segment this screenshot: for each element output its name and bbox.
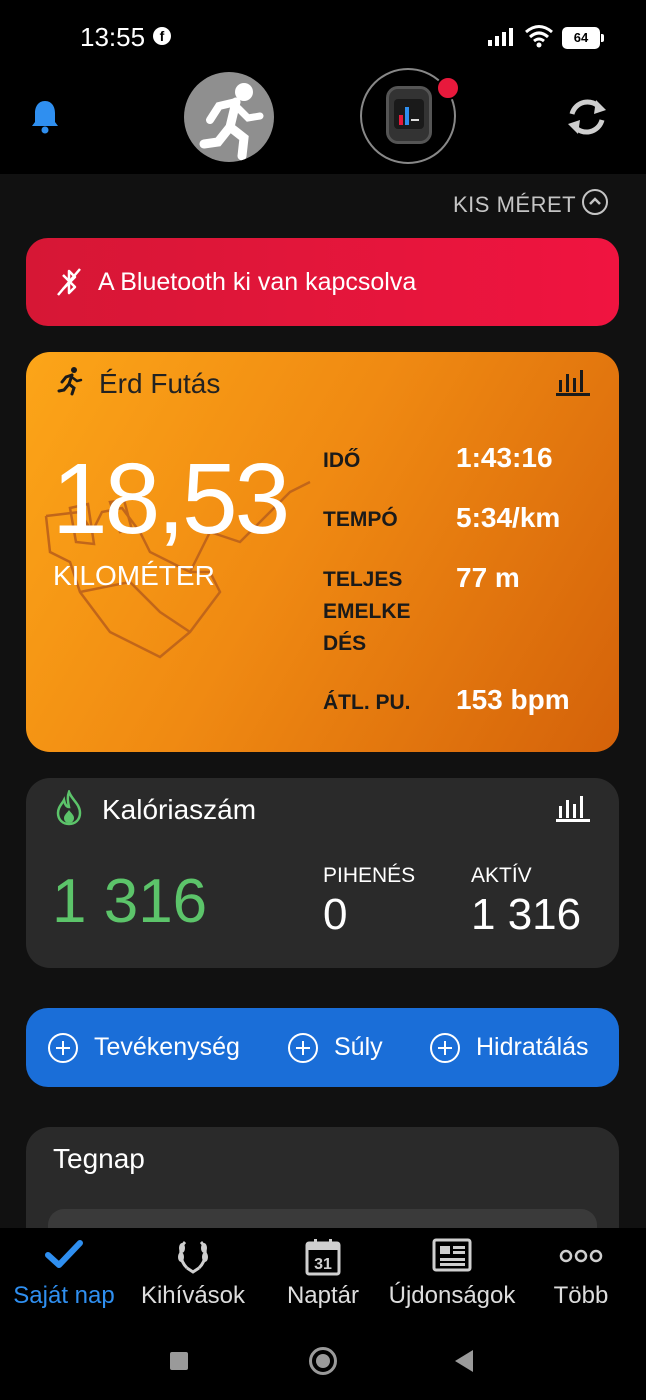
active-value: 1 316 [471,890,582,939]
nav-item-more[interactable]: Több [516,1228,646,1324]
add-weight-button[interactable]: Súly [288,1008,383,1087]
stat-label-time: IDŐ [323,449,361,472]
quick-add-bar: Tevékenység Súly Hidratálás [26,1008,619,1087]
running-icon [57,367,83,396]
back-button[interactable] [455,1350,473,1372]
nav-label: Újdonságok [388,1282,516,1309]
collapse-label: KIS MÉRET [453,192,577,217]
more-icon [559,1249,603,1263]
yesterday-title: Tegnap [53,1143,145,1174]
bottom-navigation: Saját nap Kihívások 31 Naptár Újdonságok… [0,1228,646,1324]
stat-value-time: 1:43:16 [456,442,553,473]
wifi-icon [525,25,553,48]
bar-chart-icon[interactable] [556,368,590,396]
check-icon [45,1240,83,1268]
flame-icon [56,790,82,826]
bar-chart-icon[interactable] [556,794,590,822]
nav-label: Saját nap [13,1282,115,1309]
calories-total: 1 316 [52,867,208,936]
runner-avatar-icon [199,83,264,161]
nav-item-challenges[interactable]: Kihívások [128,1228,258,1324]
home-button[interactable] [309,1347,337,1375]
stat-label-pace: TEMPÓ [323,508,398,531]
stat-value-pace: 5:34/km [456,502,561,533]
collapse-toggle[interactable]: KIS MÉRET [440,187,620,221]
top-app-bar [0,74,646,174]
calendar-icon: 31 [305,1239,341,1276]
distance-unit: KILOMÉTER [53,560,215,591]
nav-label: Több [553,1282,609,1309]
active-label: AKTÍV [471,864,532,887]
bell-icon[interactable] [30,98,60,134]
signal-icon [488,28,513,46]
stat-value-elevation: 77 m [456,562,520,593]
add-hydration-label: Hidratálás [476,1033,589,1061]
calories-title: Kalóriaszám [102,794,257,825]
nav-item-news[interactable]: Újdonságok [388,1228,516,1324]
plus-circle-icon [288,1032,318,1063]
nav-item-calendar[interactable]: 31 Naptár [258,1228,388,1324]
bluetooth-off-banner[interactable]: A Bluetooth ki van kapcsolva [26,238,619,326]
sync-icon[interactable] [564,96,610,138]
stat-value-heart-rate: 153 bpm [456,684,570,715]
calendar-day-number: 31 [314,1256,332,1273]
activity-card[interactable]: Érd Futás 18,53 KILOMÉTER IDŐ 1:43:16 TE… [26,352,619,752]
bluetooth-banner-text: A Bluetooth ki van kapcsolva [98,268,417,296]
status-time: 13:55 [80,22,146,52]
recent-apps-button[interactable] [170,1352,188,1370]
add-activity-button[interactable]: Tevékenység [48,1008,240,1087]
watch-icon [386,86,432,144]
chevron-up-icon [582,189,608,215]
nav-label: Kihívások [140,1282,246,1309]
add-weight-label: Súly [334,1033,383,1061]
laurel-icon [178,1240,208,1274]
facebook-notification-icon: f [153,27,171,45]
device-alert-dot [436,76,460,100]
resting-value: 0 [323,890,348,939]
add-activity-label: Tevékenység [94,1033,240,1061]
nav-item-my-day[interactable]: Saját nap [0,1228,128,1324]
profile-avatar[interactable] [184,72,274,162]
calories-card[interactable]: Kalóriaszám 1 316 PIHENÉS 0 AKTÍV 1 316 [26,778,619,968]
news-icon [432,1238,472,1272]
resting-label: PIHENÉS [323,864,416,887]
stat-label-elevation: TELJES EMELKE DÉS [323,568,411,655]
battery-indicator: 64 [562,27,604,49]
bluetooth-off-icon [57,268,81,296]
nav-label: Naptár [286,1282,360,1309]
plus-circle-icon [430,1032,460,1063]
distance-value: 18,53 [52,443,290,555]
activity-title: Érd Futás [99,368,221,399]
stat-label-heart-rate: ÁTL. PU. [323,691,411,714]
plus-circle-icon [48,1032,78,1063]
add-hydration-button[interactable]: Hidratálás [430,1008,589,1087]
